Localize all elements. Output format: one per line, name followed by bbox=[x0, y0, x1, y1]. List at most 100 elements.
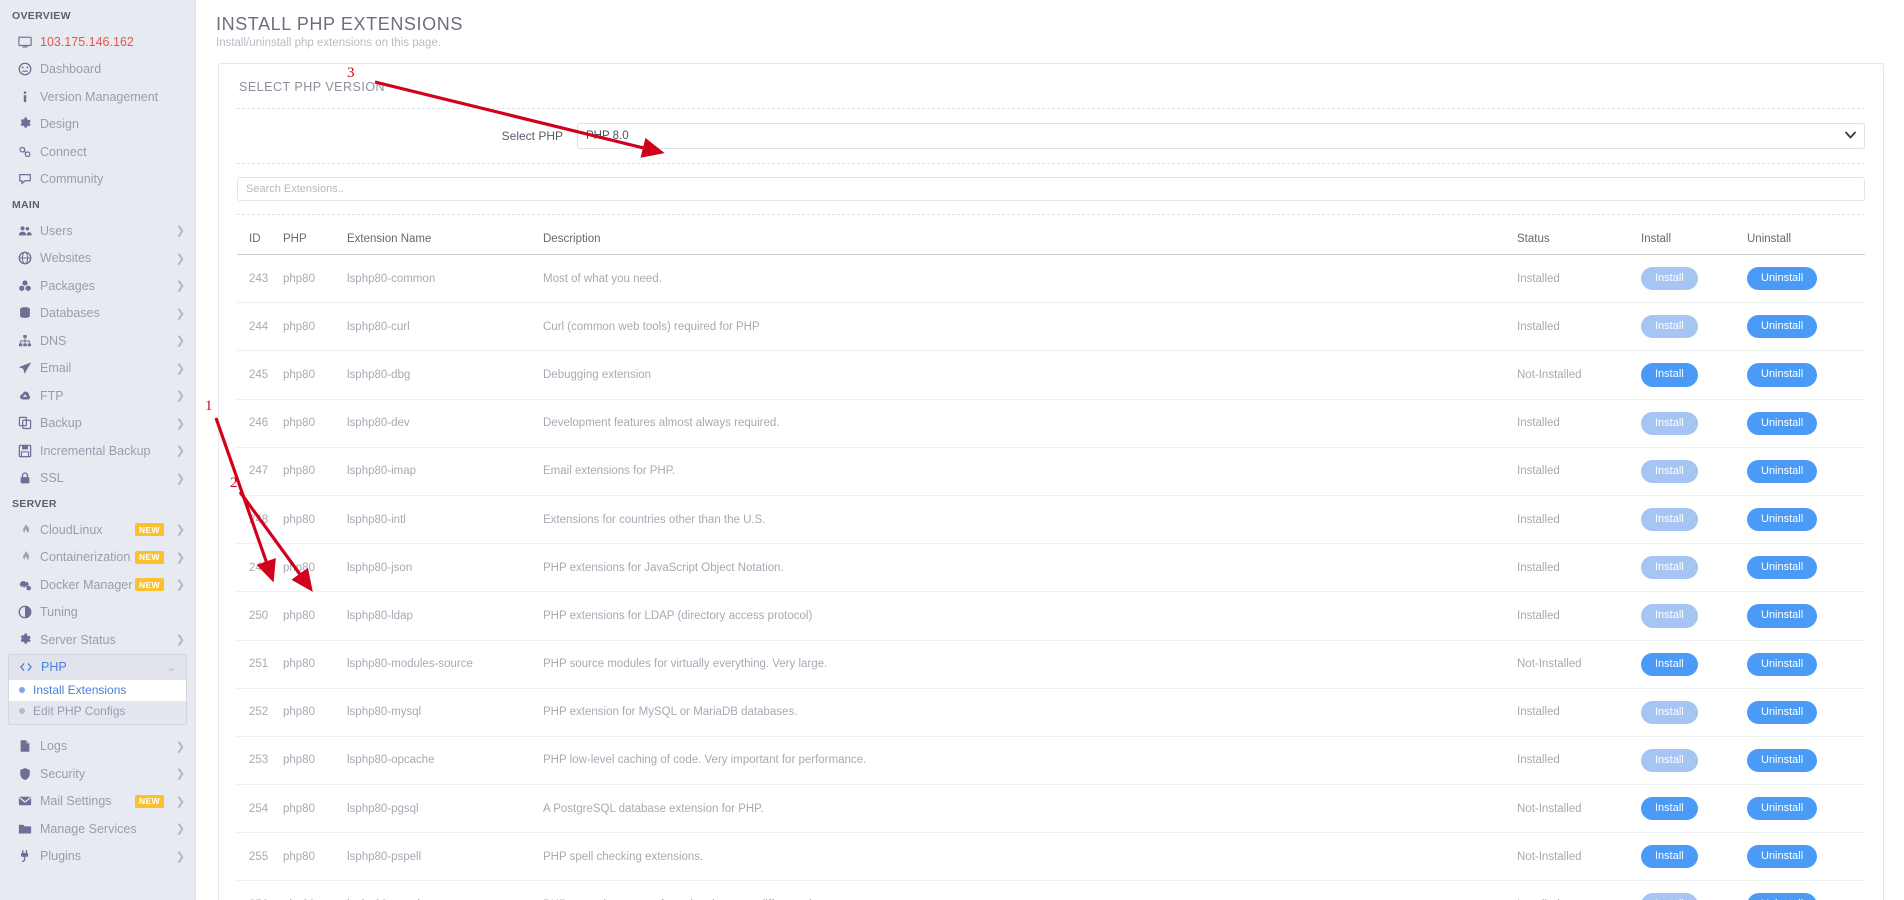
sidebar-item-plugins[interactable]: Plugins ❯ bbox=[0, 843, 195, 871]
save-icon bbox=[18, 444, 40, 458]
php-submenu: Install Extensions Edit PHP Configs bbox=[8, 679, 187, 725]
sidebar-item-databases[interactable]: Databases ❯ bbox=[0, 300, 195, 328]
uninstall-button[interactable]: Uninstall bbox=[1747, 411, 1818, 435]
sidebar-item-incremental-backup[interactable]: Incremental Backup ❯ bbox=[0, 437, 195, 465]
uninstall-button[interactable]: Uninstall bbox=[1747, 507, 1818, 532]
uninstall-button[interactable]: Uninstall bbox=[1747, 315, 1818, 339]
chevron-right-icon: ❯ bbox=[175, 445, 185, 458]
uninstall-button[interactable]: Uninstall bbox=[1747, 893, 1818, 900]
sidebar-item-label: SSL bbox=[40, 471, 64, 486]
cell-id: 256 bbox=[237, 880, 283, 900]
table-row: 249 php80 lsphp80-json PHP extensions for J… bbox=[237, 543, 1865, 593]
cell-extension-name: lsphp80-pgsql bbox=[347, 784, 543, 834]
sidebar-item-packages[interactable]: Packages ❯ bbox=[0, 272, 195, 300]
sidebar-subitem-edit-php-configs[interactable]: Edit PHP Configs bbox=[9, 701, 186, 722]
sidebar-item-version-management[interactable]: Version Management bbox=[0, 83, 195, 111]
column-header-install: Install bbox=[1641, 229, 1747, 255]
column-header-php: PHP bbox=[283, 229, 347, 255]
sidebar-item-label: Server Status bbox=[40, 632, 116, 647]
sidebar-item-server-status[interactable]: Server Status ❯ bbox=[0, 626, 195, 654]
sitemap-icon bbox=[18, 334, 40, 348]
chevron-right-icon: ❯ bbox=[175, 390, 185, 403]
cell-status: Installed bbox=[1517, 302, 1641, 352]
install-button[interactable]: Install bbox=[1641, 363, 1698, 387]
table-row: 247 php80 lsphp80-imap Email extensions for… bbox=[237, 447, 1865, 496]
install-button[interactable]: Install bbox=[1641, 893, 1698, 900]
cell-status: Not-Installed bbox=[1517, 784, 1641, 834]
cell-extension-name: lsphp80-recode bbox=[347, 880, 543, 900]
php-version-select[interactable]: PHP 8.0 bbox=[577, 123, 1865, 149]
folder-icon bbox=[18, 822, 40, 836]
sidebar-item-ssl[interactable]: SSL ❯ bbox=[0, 465, 195, 493]
cell-description: Development features almost always requi… bbox=[543, 399, 1517, 448]
cell-status: Installed bbox=[1517, 495, 1641, 545]
install-button[interactable]: Install bbox=[1641, 845, 1698, 869]
sidebar-item-manage-services[interactable]: Manage Services ❯ bbox=[0, 815, 195, 843]
cell-php: php80 bbox=[283, 447, 347, 496]
sidebar-subitem-install-extensions[interactable]: Install Extensions bbox=[9, 679, 186, 701]
sidebar-item-tuning[interactable]: Tuning bbox=[0, 599, 195, 627]
cell-description: PHP extension for MySQL or MariaDB datab… bbox=[543, 688, 1517, 737]
uninstall-button[interactable]: Uninstall bbox=[1747, 652, 1818, 676]
sidebar-item-dashboard[interactable]: Dashboard bbox=[0, 56, 195, 84]
sidebar-item-label: Version Management bbox=[40, 89, 159, 104]
column-header-description: Description bbox=[543, 229, 1517, 255]
install-button[interactable]: Install bbox=[1641, 748, 1698, 773]
cell-extension-name: lsphp80-modules-source bbox=[347, 640, 543, 689]
cell-php: php80 bbox=[283, 399, 347, 448]
chevron-right-icon: ❯ bbox=[175, 524, 185, 537]
cell-description: Curl (common web tools) required for PHP bbox=[543, 302, 1517, 352]
sidebar-item-cloudlinux[interactable]: CloudLinux NEW ❯ bbox=[0, 516, 195, 544]
sidebar-item-label: Connect bbox=[40, 144, 87, 159]
install-button[interactable]: Install bbox=[1641, 652, 1698, 676]
sidebar-item-users[interactable]: Users ❯ bbox=[0, 217, 195, 245]
sidebar-item-php[interactable]: PHP ⌄ bbox=[8, 653, 187, 680]
sidebar-item-label: 103.175.146.162 bbox=[40, 34, 134, 49]
sidebar-item-backup[interactable]: Backup ❯ bbox=[0, 410, 195, 438]
sidebar-item-community[interactable]: Community bbox=[0, 166, 195, 194]
cell-description: PHP spell checking extensions. bbox=[543, 832, 1517, 882]
sidebar-item-connect[interactable]: Connect bbox=[0, 138, 195, 166]
uninstall-button[interactable]: Uninstall bbox=[1747, 459, 1818, 483]
sidebar-item-label: Design bbox=[40, 117, 79, 132]
uninstall-button[interactable]: Uninstall bbox=[1747, 363, 1818, 387]
plug-icon bbox=[18, 849, 40, 863]
uninstall-button[interactable]: Uninstall bbox=[1747, 700, 1818, 724]
sidebar-item-email[interactable]: Email ❯ bbox=[0, 355, 195, 383]
uninstall-button[interactable]: Uninstall bbox=[1747, 267, 1818, 291]
sidebar-item-label: Backup bbox=[40, 416, 82, 431]
monitor-icon bbox=[18, 35, 40, 49]
sidebar-item-containerization[interactable]: Containerization NEW ❯ bbox=[0, 544, 195, 572]
chevron-right-icon: ❯ bbox=[175, 823, 185, 836]
install-button[interactable]: Install bbox=[1641, 411, 1698, 435]
sidebar-item-docker-manager[interactable]: Docker Manager NEW ❯ bbox=[0, 571, 195, 599]
install-button[interactable]: Install bbox=[1641, 507, 1698, 532]
dashboard-icon bbox=[18, 62, 40, 76]
cell-description: PHP source modules for virtually everyth… bbox=[543, 640, 1517, 689]
sidebar-item-websites[interactable]: Websites ❯ bbox=[0, 245, 195, 273]
search-input[interactable] bbox=[237, 177, 1865, 201]
cell-status: Installed bbox=[1517, 736, 1641, 786]
install-button[interactable]: Install bbox=[1641, 700, 1698, 724]
install-button[interactable]: Install bbox=[1641, 797, 1698, 821]
cell-php: php80 bbox=[283, 880, 347, 900]
install-button[interactable]: Install bbox=[1641, 556, 1698, 580]
uninstall-button[interactable]: Uninstall bbox=[1747, 748, 1818, 773]
install-button[interactable]: Install bbox=[1641, 315, 1698, 339]
install-button[interactable]: Install bbox=[1641, 604, 1698, 628]
uninstall-button[interactable]: Uninstall bbox=[1747, 556, 1818, 580]
sidebar-item-103-175-146-162[interactable]: 103.175.146.162 bbox=[0, 28, 195, 56]
sidebar-item-mail-settings[interactable]: Mail Settings NEW ❯ bbox=[0, 788, 195, 816]
uninstall-button[interactable]: Uninstall bbox=[1747, 845, 1818, 869]
install-button[interactable]: Install bbox=[1641, 267, 1698, 291]
sidebar-item-dns[interactable]: DNS ❯ bbox=[0, 327, 195, 355]
sidebar-item-security[interactable]: Security ❯ bbox=[0, 760, 195, 788]
sidebar-item-label: Tuning bbox=[40, 605, 78, 620]
sidebar-item-logs[interactable]: Logs ❯ bbox=[0, 733, 195, 761]
sidebar-subitem-label: Edit PHP Configs bbox=[33, 704, 126, 718]
uninstall-button[interactable]: Uninstall bbox=[1747, 797, 1818, 821]
install-button[interactable]: Install bbox=[1641, 459, 1698, 483]
sidebar-item-ftp[interactable]: FTP ❯ bbox=[0, 382, 195, 410]
uninstall-button[interactable]: Uninstall bbox=[1747, 604, 1818, 628]
sidebar-item-design[interactable]: Design bbox=[0, 111, 195, 139]
